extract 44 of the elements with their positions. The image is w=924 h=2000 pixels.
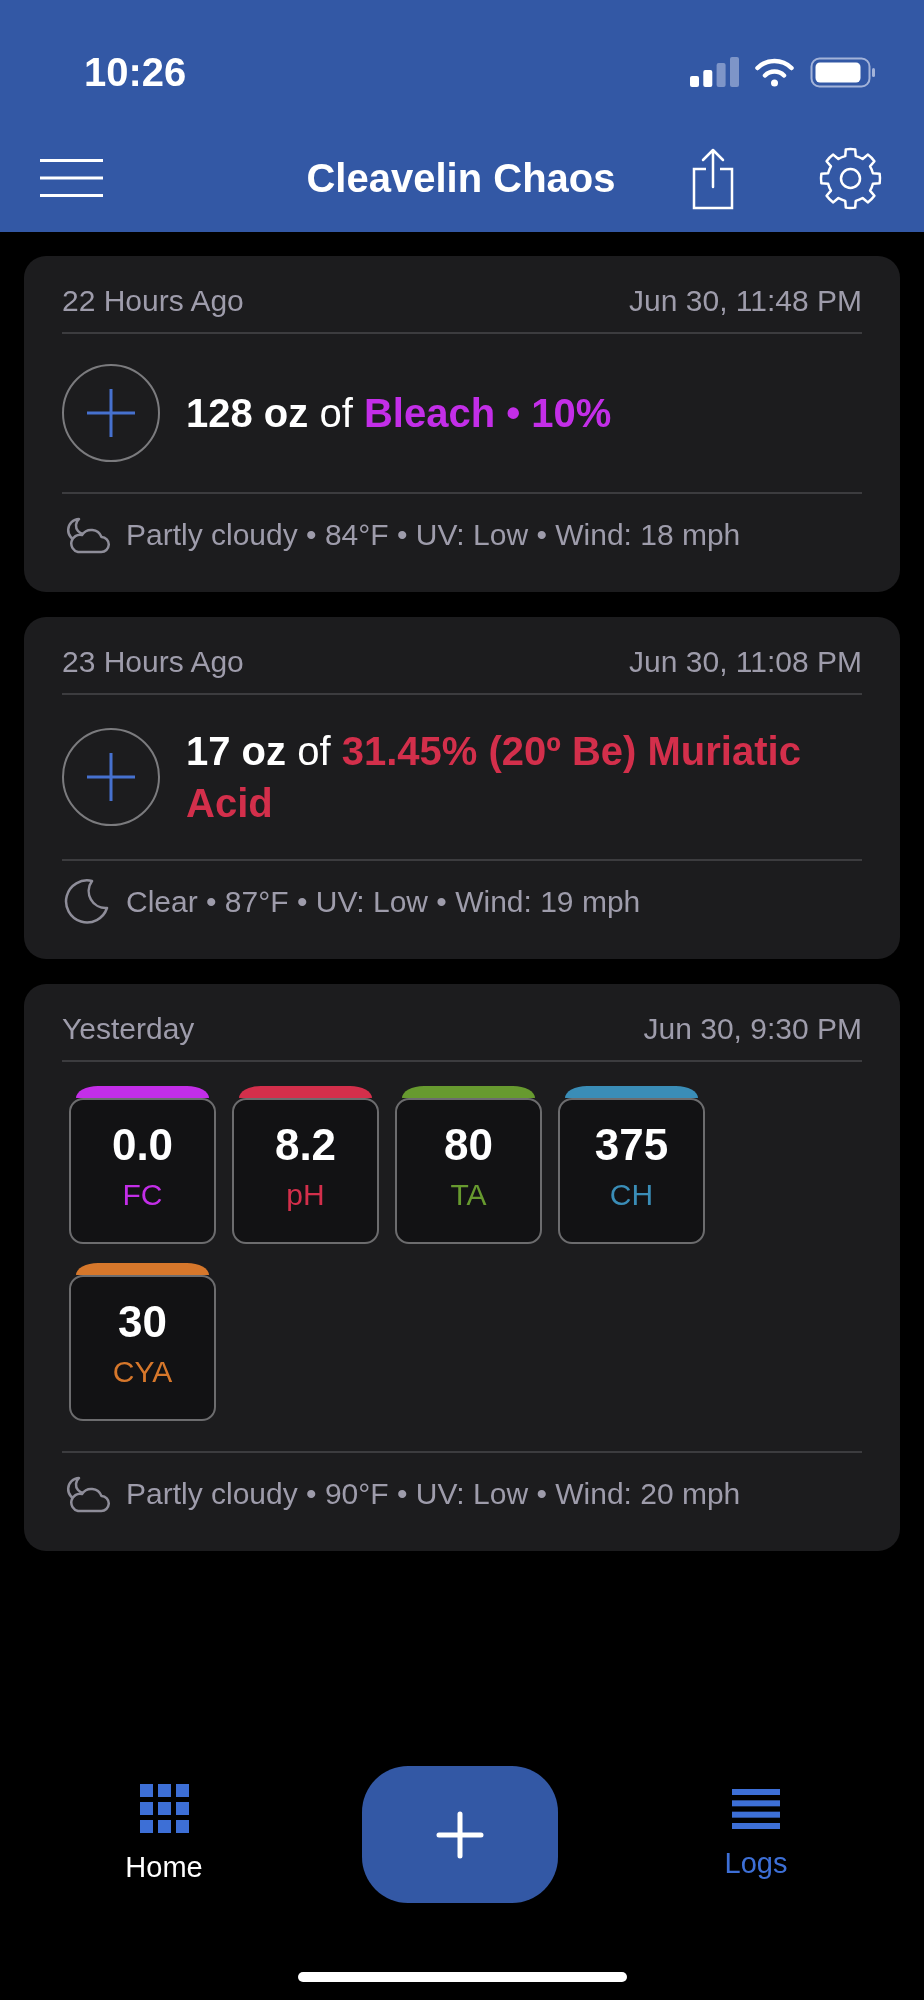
- weather-text: Clear • 87°F • UV: Low • Wind: 19 mph: [126, 884, 641, 920]
- reading-value: 30: [118, 1297, 167, 1347]
- reading-label: CYA: [112, 1354, 173, 1390]
- log-entry-card[interactable]: Yesterday Jun 30, 9:30 PM 0.0 FC 8.2 pH 80 TA 375 CH 30 CYA Partly cloudy • 90°F • UV: Low • Wind: 20 mph: [24, 984, 900, 1551]
- tab[interactable]: Logs: [656, 1766, 856, 1903]
- battery-icon: [810, 56, 876, 88]
- screen-title: Cleavelin Chaos: [306, 155, 616, 202]
- log-entry-card[interactable]: 23 Hours Ago Jun 30, 11:08 PM 17 oz of 31.45% (20º Be) Muriatic Acid Clear • 87°F • UV: Low • Wind: 19 mph: [24, 617, 900, 959]
- dose-text: 128 oz of Bleach • 10%: [186, 390, 612, 437]
- settings-button[interactable]: [819, 146, 882, 210]
- reading-value: 375: [594, 1120, 669, 1170]
- list-icon: [732, 1788, 780, 1829]
- status-time: 10:26: [84, 49, 187, 96]
- entry-timestamp: Jun 30, 9:30 PM: [643, 1011, 862, 1047]
- dose-text: 17 oz of 31.45% (20º Be) Muriatic Acid: [186, 728, 802, 827]
- settings-icon: [819, 146, 882, 210]
- signal-icon: [690, 57, 739, 87]
- menu-button[interactable]: [40, 159, 103, 197]
- reading-value: 8.2: [274, 1120, 337, 1170]
- reading-value: 0.0: [111, 1120, 174, 1170]
- relative-time: 23 Hours Ago: [62, 644, 244, 680]
- add-button[interactable]: [362, 1766, 558, 1903]
- reading-value: 80: [444, 1120, 493, 1170]
- entry-timestamp: Jun 30, 11:08 PM: [629, 644, 862, 680]
- share-button[interactable]: [692, 146, 734, 210]
- plus-icon: [436, 1810, 484, 1859]
- wifi-icon: [754, 57, 795, 87]
- menu-icon: [40, 159, 103, 197]
- grid-icon: [139, 1784, 189, 1833]
- relative-time: 22 Hours Ago: [62, 283, 244, 319]
- reading-label: pH: [286, 1177, 325, 1213]
- tab[interactable]: Home: [64, 1766, 264, 1903]
- moon-icon: [62, 878, 110, 926]
- relative-time: Yesterday: [62, 1011, 195, 1047]
- entry-timestamp: Jun 30, 11:48 PM: [629, 283, 862, 319]
- share-icon: [692, 146, 734, 210]
- log-entry-card[interactable]: 22 Hours Ago Jun 30, 11:48 PM 128 oz of Bleach • 10% Partly cloudy • 84°F • UV: Low • Wind: 18 mph: [24, 256, 900, 592]
- plus-circle-icon: [62, 364, 160, 462]
- plus-circle-icon: [62, 728, 160, 826]
- reading-label: CH: [609, 1177, 654, 1213]
- weather-text: Partly cloudy • 90°F • UV: Low • Wind: 20 mph: [126, 1476, 741, 1512]
- reading-label: TA: [450, 1177, 487, 1213]
- reading-label: FC: [122, 1177, 163, 1213]
- weather-text: Partly cloudy • 84°F • UV: Low • Wind: 18 mph: [126, 517, 741, 553]
